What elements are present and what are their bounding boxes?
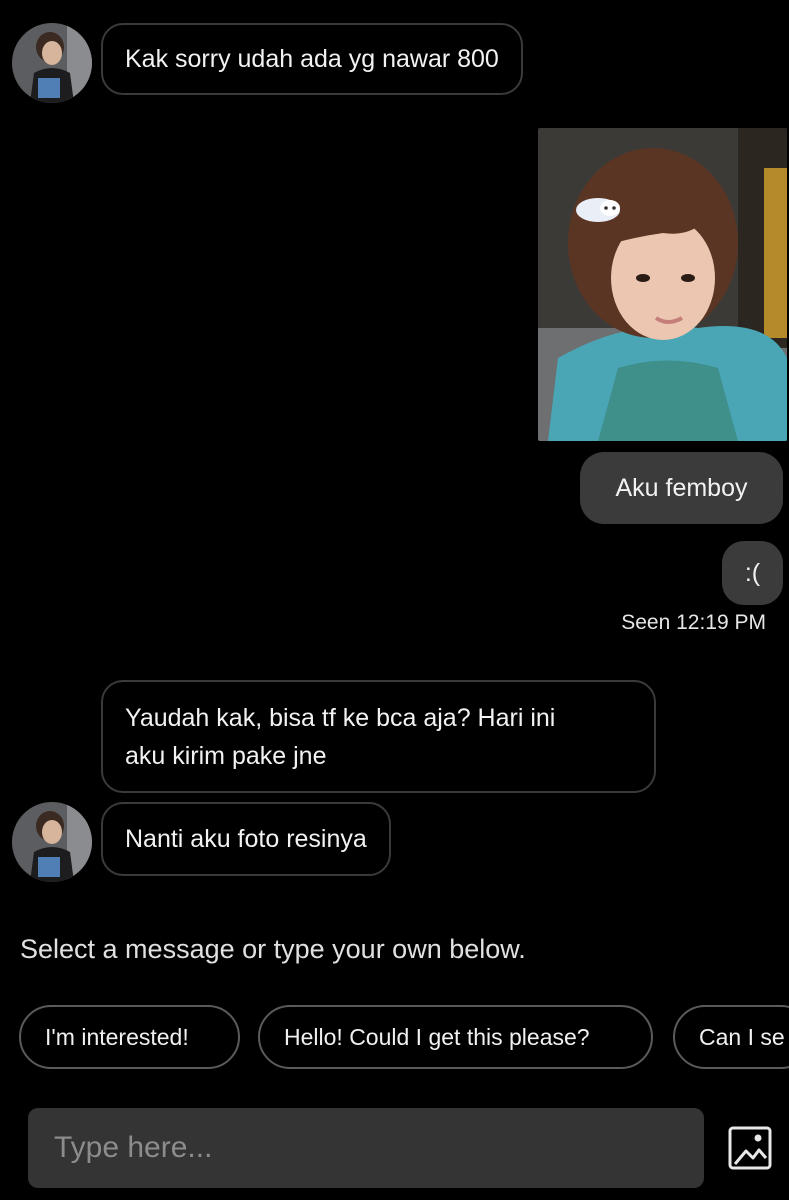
avatar-image: [12, 802, 92, 882]
avatar[interactable]: [12, 23, 92, 103]
input-placeholder: Type here...: [54, 1131, 213, 1164]
seen-status: Seen 12:19 PM: [621, 611, 766, 634]
quick-reply-chip[interactable]: Hello! Could I get this please?: [258, 1005, 653, 1069]
chip-label: I'm interested!: [45, 1023, 189, 1050]
image-upload-button[interactable]: [726, 1120, 776, 1176]
outgoing-message[interactable]: :(: [722, 541, 783, 605]
avatar[interactable]: [12, 802, 92, 882]
message-text-line-1: Yaudah kak, bisa tf ke bca aja? Hari ini: [125, 703, 556, 732]
quick-reply-prompt: Select a message or type your own below.: [20, 934, 526, 964]
avatar-image: [12, 23, 92, 103]
message-text: Nanti aku foto resinya: [125, 824, 367, 853]
quick-reply-chip[interactable]: Can I se: [673, 1005, 789, 1069]
message-text: Aku femboy: [615, 473, 748, 502]
incoming-message[interactable]: Kak sorry udah ada yg nawar 800: [101, 23, 523, 95]
chip-label: Hello! Could I get this please?: [284, 1023, 590, 1050]
message-text: :(: [744, 558, 761, 587]
chip-label: Can I se: [699, 1023, 785, 1050]
image-upload-icon: [728, 1126, 772, 1170]
outgoing-message[interactable]: Aku femboy: [580, 452, 783, 524]
quick-reply-chip[interactable]: I'm interested!: [19, 1005, 240, 1069]
message-input[interactable]: Type here...: [28, 1108, 704, 1188]
photo-image: [538, 128, 787, 441]
incoming-message[interactable]: Yaudah kak, bisa tf ke bca aja? Hari ini…: [101, 680, 656, 793]
message-text: Kak sorry udah ada yg nawar 800: [125, 44, 499, 73]
message-text-line-2: aku kirim pake jne: [125, 741, 327, 770]
shared-photo[interactable]: [538, 128, 787, 441]
incoming-message[interactable]: Nanti aku foto resinya: [101, 802, 391, 876]
